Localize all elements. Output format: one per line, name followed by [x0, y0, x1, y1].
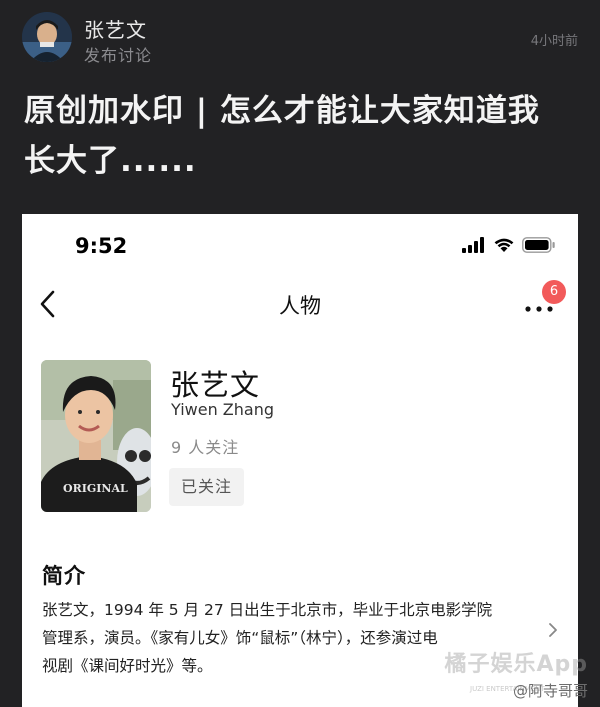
- status-bar-time: 9:52: [75, 234, 128, 258]
- follow-button[interactable]: 已关注: [169, 468, 244, 506]
- follower-count: 9 人关注: [171, 438, 240, 457]
- status-bar-icons: [462, 236, 556, 254]
- profile-english-name: Yiwen Zhang: [171, 400, 275, 419]
- author-action-label: 发布讨论: [84, 46, 153, 65]
- profile-name: 张艺文: [170, 368, 261, 402]
- post-title-line: 长大了......: [24, 143, 197, 179]
- profile-photo[interactable]: ORIGINAL: [41, 360, 151, 512]
- post-header: 张艺文 发布讨论 4小时前: [0, 0, 600, 80]
- embedded-screenshot: 9:52 人物 6 ORIGINAL 张艺文 Yiwen Zhang 9 人关注…: [22, 214, 578, 707]
- wifi-icon: [494, 238, 514, 252]
- shirt-print-text: ORIGINAL: [63, 482, 128, 495]
- chevron-right-icon[interactable]: [548, 622, 558, 638]
- cellular-signal-icon: [462, 237, 484, 253]
- notification-badge: 6: [542, 280, 566, 304]
- watermark-brand: 橘子娱乐App: [444, 652, 588, 677]
- intro-line: 张艺文，1994 年 5 月 27 日出生于北京市，毕业于北京电影学院: [42, 601, 493, 619]
- battery-icon: [522, 237, 555, 253]
- author-avatar[interactable]: [22, 12, 72, 62]
- post-timestamp: 4小时前: [530, 34, 578, 49]
- nav-title: 人物: [279, 294, 321, 318]
- post-title: 原创加水印 | 怎么才能让大家知道我 长大了......: [24, 86, 584, 186]
- author-name[interactable]: 张艺文: [84, 14, 147, 43]
- intro-heading: 简介: [42, 564, 86, 588]
- post-title-line: 原创加水印 | 怎么才能让大家知道我: [24, 93, 540, 129]
- weibo-credit: @阿寺哥哥: [512, 682, 588, 700]
